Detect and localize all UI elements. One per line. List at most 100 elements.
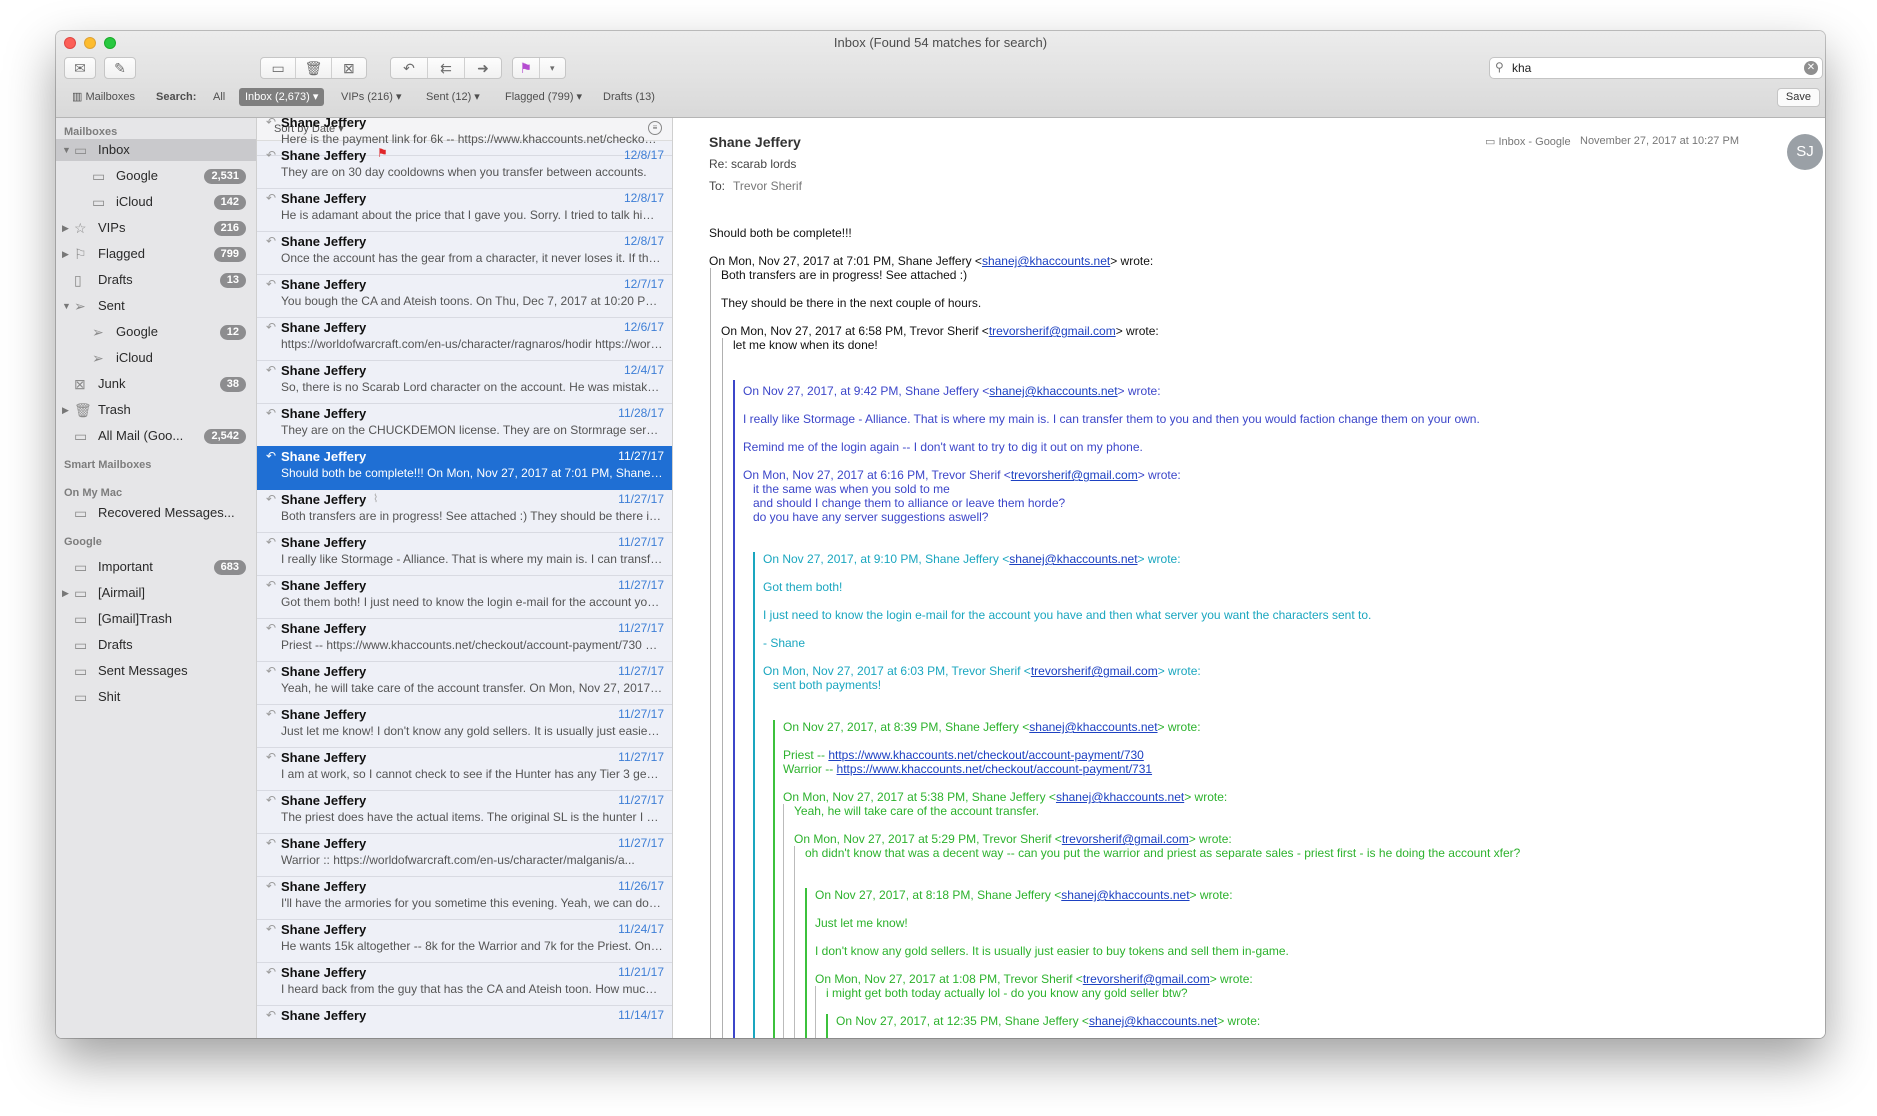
email-link[interactable]: shanej@khaccounts.net: [1061, 888, 1189, 902]
replied-icon: ↶: [266, 148, 277, 162]
email-link[interactable]: trevorsherif@gmail.com: [1031, 664, 1158, 678]
sidebar-item-airmail[interactable]: ▶ ▭ [Airmail]: [56, 582, 256, 604]
sidebar-item-sent-google[interactable]: ➢ Google 12: [56, 321, 256, 343]
mailboxes-toggle[interactable]: ▥ Mailboxes: [66, 88, 141, 106]
replied-icon: ↶: [266, 578, 277, 592]
message-row[interactable]: ↶ Shane Jeffery 11/27/17 The priest does ha…: [257, 790, 672, 834]
message-row[interactable]: ↶ Shane Jeffery 11/27/17 Priest -- https://…: [257, 618, 672, 662]
sidebar-item-junk[interactable]: ⊠ Junk 38: [56, 373, 256, 395]
document-icon: ▯: [74, 272, 82, 288]
sidebar-item-gmail-trash[interactable]: ▭ [Gmail]Trash: [56, 608, 256, 630]
disclosure-closed-icon[interactable]: ▶: [62, 399, 69, 421]
sidebar-item-inbox[interactable]: ▼ ▭ Inbox: [56, 139, 256, 161]
email-link[interactable]: trevorsherif@gmail.com: [1062, 832, 1189, 846]
flag-menu-button[interactable]: ▾: [540, 58, 566, 78]
scope-flagged[interactable]: Flagged (799) ▾: [499, 88, 588, 106]
message-row[interactable]: ↶ Shane Jeffery 11/27/17 I really like Stor…: [257, 532, 672, 576]
disclosure-closed-icon[interactable]: ▶: [62, 243, 69, 265]
email-link[interactable]: shanej@khaccounts.net: [1089, 1014, 1217, 1028]
search-input[interactable]: [1512, 61, 1792, 75]
message-row[interactable]: ↶ Shane Jeffery 11/27/17 Should both be com…: [257, 446, 672, 490]
disclosure-closed-icon[interactable]: ▶: [62, 217, 69, 239]
message-sender: Shane Jeffery: [281, 836, 367, 851]
email-link[interactable]: shanej@khaccounts.net: [1009, 552, 1137, 566]
trash-icon: 🗑: [304, 59, 323, 76]
scope-drafts[interactable]: Drafts (13): [597, 88, 661, 106]
sidebar-item-inbox-google[interactable]: ▭ Google 2,531: [56, 165, 256, 187]
save-button[interactable]: Save: [1776, 88, 1820, 107]
sidebar-item-google-drafts[interactable]: ▭ Drafts: [56, 634, 256, 656]
search-field[interactable]: ⚲ ✕: [1489, 57, 1823, 79]
message-row[interactable]: ↶ Shane Jeffery 12/8/17 Once the account ha…: [257, 231, 672, 275]
flag-button[interactable]: ⚑: [513, 58, 540, 78]
disclosure-open-icon[interactable]: ▼: [62, 295, 71, 317]
body-text: Got them both!: [763, 580, 843, 594]
email-link[interactable]: shanej@khaccounts.net: [1029, 720, 1157, 734]
message-date: 11/14/17: [618, 1008, 664, 1022]
message-date: 11/26/17: [618, 879, 664, 893]
email-link[interactable]: trevorsherif@gmail.com: [1011, 468, 1138, 482]
reply-all-button[interactable]: ⇇: [428, 58, 465, 78]
message-row[interactable]: ↶ Shane Jeffery ⌇ 11/27/17 Both transfers ar…: [257, 489, 672, 533]
sidebar-item-flagged[interactable]: ▶ ⚐ Flagged 799: [56, 243, 256, 265]
sidebar-item-important[interactable]: ▭ Important 683: [56, 556, 256, 578]
junk-button[interactable]: ⊠: [332, 58, 366, 78]
message-row[interactable]: ↶ Shane Jeffery 11/27/17 Got them both! I j…: [257, 575, 672, 619]
sidebar-item-vips[interactable]: ▶ ☆ VIPs 216: [56, 217, 256, 239]
avatar: SJ: [1787, 134, 1823, 170]
message-row[interactable]: ↶ Shane Jeffery 11/24/17 He wants 15k altog…: [257, 919, 672, 963]
scope-all[interactable]: All: [207, 88, 231, 106]
sidebar-item-trash[interactable]: ▶ 🗑 Trash: [56, 399, 256, 421]
message-row[interactable]: ↶ Shane Jeffery ⚑ 12/8/17 They are on 30 day…: [257, 145, 672, 189]
message-row[interactable]: ↶ Shane Jeffery 11/27/17 Warrior :: https:/…: [257, 833, 672, 877]
message-row[interactable]: ↶ Shane Jeffery 11/21/17 I heard back from …: [257, 962, 672, 1006]
message-row[interactable]: ↶ Shane Jeffery 12/4/17 So, there is no Sca…: [257, 360, 672, 404]
disclosure-closed-icon[interactable]: ▶: [62, 582, 69, 604]
replied-icon: ↶: [266, 191, 277, 205]
message-row[interactable]: ↶ Shane Jeffery 11/28/17 They are on the CH…: [257, 403, 672, 447]
message-mailbox: ▭ Inbox - Google: [1485, 136, 1571, 148]
disclosure-open-icon[interactable]: ▼: [62, 139, 71, 161]
email-link[interactable]: shanej@khaccounts.net: [989, 384, 1117, 398]
sidebar-item-sent-messages[interactable]: ▭ Sent Messages: [56, 660, 256, 682]
reply-button[interactable]: ↶: [391, 58, 428, 78]
replied-icon: ↶: [266, 118, 277, 129]
archive-button[interactable]: ▭: [261, 58, 297, 78]
priest-payment-link[interactable]: https://www.khaccounts.net/checkout/acco…: [828, 748, 1144, 762]
sidebar-item-sent[interactable]: ▼ ➢ Sent: [56, 295, 256, 317]
warrior-payment-link[interactable]: https://www.khaccounts.net/checkout/acco…: [837, 762, 1153, 776]
chevron-down-icon: ▾: [549, 62, 555, 73]
message-row[interactable]: ↶ Shane Jeffery 11/27/17 I am at work, so I…: [257, 747, 672, 791]
search-icon: ⚲: [1495, 60, 1504, 74]
get-mail-button[interactable]: ✉: [64, 57, 96, 79]
message-row[interactable]: ↶ Shane Jeffery 11/27/17 Just let me know! …: [257, 704, 672, 748]
sidebar-item-shit[interactable]: ▭ Shit: [56, 686, 256, 708]
recipient-name[interactable]: Trevor Sherif: [733, 179, 802, 193]
message-date: 11/27/17: [618, 793, 664, 807]
sidebar-item-sent-icloud[interactable]: ➢ iCloud: [56, 347, 256, 369]
replied-icon: ↶: [266, 449, 277, 463]
clear-search-icon[interactable]: ✕: [1804, 61, 1818, 75]
message-row[interactable]: ↶ Shane Jeffery 11/27/17 Yeah, he will take…: [257, 661, 672, 705]
body-text: i might get both today actually lol - do…: [826, 986, 1188, 1000]
scope-vips[interactable]: VIPs (216) ▾: [335, 88, 408, 106]
message-row[interactable]: ↶ Shane Jeffery 11/14/17: [257, 1005, 672, 1038]
sidebar-item-inbox-icloud[interactable]: ▭ iCloud 142: [56, 191, 256, 213]
email-link[interactable]: shanej@khaccounts.net: [982, 254, 1110, 268]
delete-button[interactable]: 🗑: [296, 58, 332, 78]
compose-button[interactable]: ✎: [104, 57, 136, 79]
forward-button[interactable]: ➜: [465, 58, 501, 78]
scope-sent[interactable]: Sent (12) ▾: [420, 88, 486, 106]
message-row[interactable]: ↶ Shane Jeffery 12/8/17 He is adamant about…: [257, 188, 672, 232]
email-link[interactable]: shanej@khaccounts.net: [1056, 790, 1184, 804]
sidebar-item-drafts[interactable]: ▯ Drafts 13: [56, 269, 256, 291]
email-link[interactable]: trevorsherif@gmail.com: [1083, 972, 1210, 986]
message-row[interactable]: ↶ Shane Jeffery 12/6/17 https://worldofwarc…: [257, 317, 672, 361]
message-row[interactable]: ↶ Shane Jeffery 11/26/17 I'll have the armo…: [257, 876, 672, 920]
message-row[interactable]: ↶ Shane Jeffery 12/7/17 You bough the CA an…: [257, 274, 672, 318]
message-sender: Shane Jeffery: [281, 1008, 367, 1023]
sidebar-item-recovered[interactable]: ▭ Recovered Messages...: [56, 502, 256, 524]
sidebar-item-all-mail[interactable]: ▭ All Mail (Goo... 2,542: [56, 425, 256, 447]
email-link[interactable]: trevorsherif@gmail.com: [989, 324, 1116, 338]
scope-inbox[interactable]: Inbox (2,673) ▾: [239, 88, 325, 106]
